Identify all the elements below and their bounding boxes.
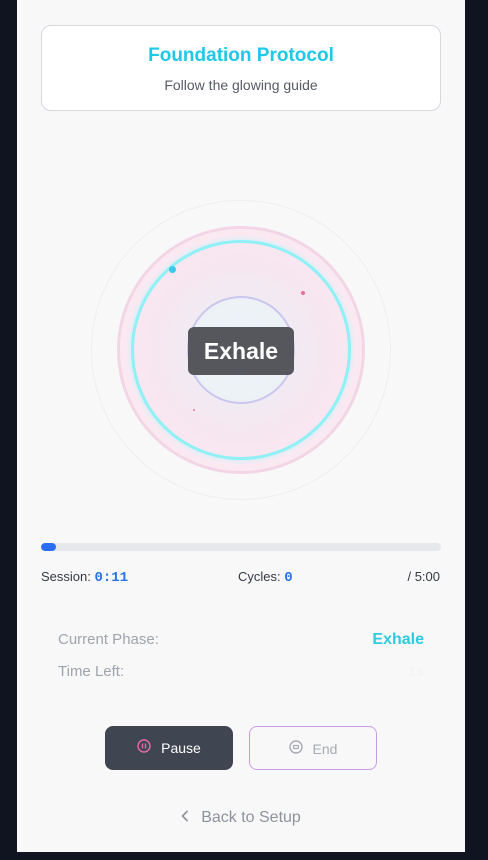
cycles-label: Cycles: (238, 569, 281, 584)
protocol-subtitle: Follow the glowing guide (164, 77, 318, 93)
cycles-value: 0 (284, 570, 293, 586)
session-value: 0:11 (94, 570, 129, 586)
time-left-label: Time Left: (58, 663, 125, 680)
current-phase-value: Exhale (372, 631, 424, 648)
current-phase-label: Current Phase: (58, 631, 159, 648)
session-progress-bar (41, 543, 441, 551)
orbit-particle (301, 291, 305, 295)
session-panel: Foundation Protocol Follow the glowing g… (17, 0, 465, 852)
chevron-left-icon (181, 809, 189, 827)
protocol-title: Foundation Protocol (148, 45, 334, 66)
pause-label: Pause (161, 740, 201, 756)
end-button[interactable]: End (249, 726, 377, 770)
pause-button[interactable]: Pause (105, 726, 233, 770)
session-progress-fill (41, 543, 56, 551)
pause-circle-icon (137, 726, 151, 770)
current-phase-row: Current Phase: Exhale (58, 631, 424, 648)
orbit-particle (169, 266, 176, 273)
breathing-visualizer: Exhale (91, 200, 391, 500)
end-label: End (312, 741, 338, 757)
time-left-row: Time Left: 1s (58, 663, 424, 680)
time-left-value: 1s (408, 663, 424, 679)
session-time: Session: 0:11 (41, 569, 128, 586)
session-total: / 5:00 (407, 569, 440, 584)
orbit-particle (193, 409, 195, 411)
back-to-setup-link[interactable]: Back to Setup (17, 809, 465, 827)
phase-label: Exhale (188, 327, 294, 375)
header-card: Foundation Protocol Follow the glowing g… (41, 25, 441, 111)
cycles-count: Cycles: 0 (238, 569, 293, 586)
back-label: Back to Setup (201, 809, 301, 826)
stop-circle-icon (288, 727, 303, 771)
session-label: Session: (41, 569, 91, 584)
